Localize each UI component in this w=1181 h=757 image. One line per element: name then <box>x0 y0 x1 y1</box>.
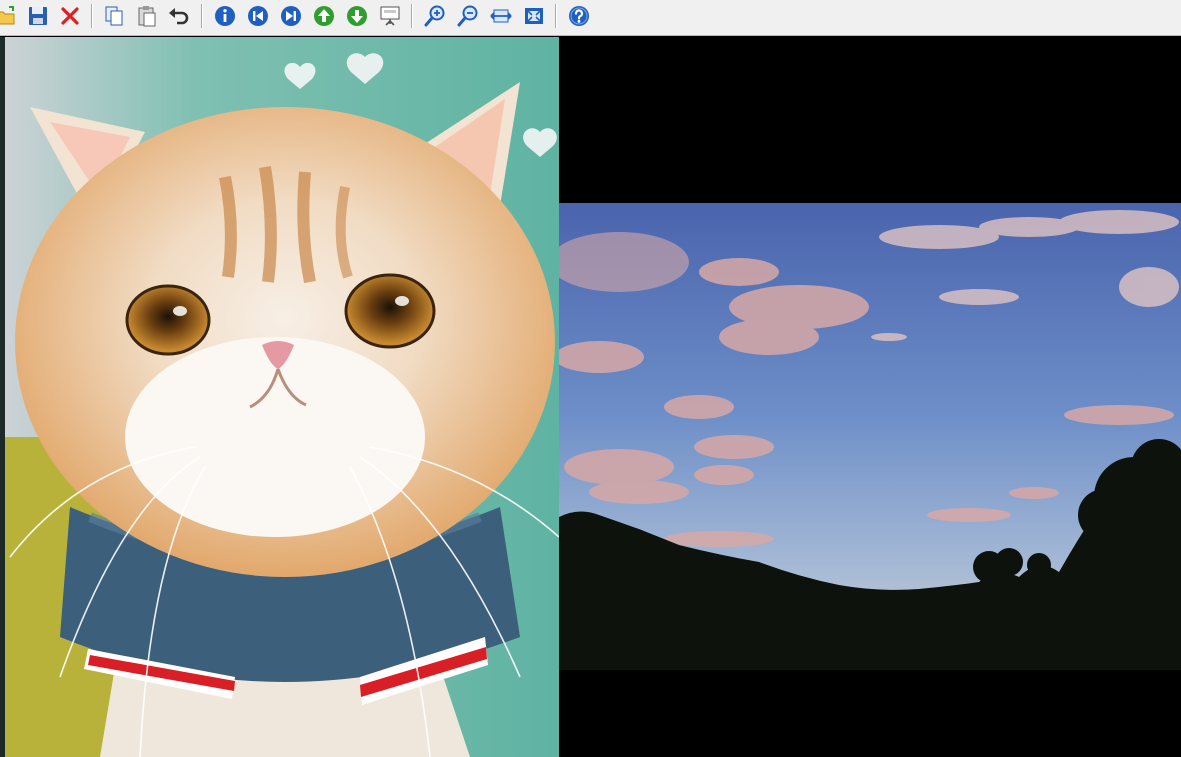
zoom-out-button[interactable] <box>454 2 482 30</box>
zoom-in-button[interactable] <box>421 2 449 30</box>
previous-image-button[interactable] <box>310 2 338 30</box>
fit-width-button[interactable] <box>487 2 515 30</box>
toolbar-separator <box>201 4 203 28</box>
presentation-screen-icon <box>380 6 400 26</box>
copy-button[interactable] <box>100 2 128 30</box>
toolbar-separator <box>91 4 93 28</box>
delete-button[interactable] <box>56 2 84 30</box>
undo-arrow-icon <box>169 8 189 25</box>
image-pane-right[interactable] <box>559 37 1181 757</box>
save-button[interactable] <box>24 2 52 30</box>
zoom-out-icon <box>457 5 478 27</box>
red-x-icon <box>61 7 79 25</box>
floppy-disk-icon <box>29 7 47 25</box>
copy-icon <box>105 6 123 26</box>
clipboard-icon <box>138 6 156 27</box>
sky-photo <box>559 37 1181 757</box>
help-button[interactable] <box>565 2 593 30</box>
arrow-down-circle-icon <box>347 6 367 26</box>
skip-last-icon <box>281 6 301 26</box>
fit-window-button[interactable] <box>520 2 548 30</box>
info-icon <box>215 6 235 26</box>
arrow-up-circle-icon <box>314 6 334 26</box>
fit-window-icon <box>525 8 543 24</box>
fit-width-icon <box>490 9 512 23</box>
undo-button[interactable] <box>165 2 193 30</box>
cat-photo <box>0 37 559 757</box>
open-button[interactable] <box>0 2 20 30</box>
paste-button[interactable] <box>133 2 161 30</box>
info-button[interactable] <box>211 2 239 30</box>
slideshow-button[interactable] <box>376 2 404 30</box>
open-folder-icon <box>0 6 15 25</box>
toolbar-separator <box>555 4 557 28</box>
image-pane-left[interactable] <box>0 37 559 757</box>
first-image-button[interactable] <box>244 2 272 30</box>
toolbar-separator <box>411 4 413 28</box>
help-icon <box>569 6 589 26</box>
skip-first-icon <box>248 6 268 26</box>
last-image-button[interactable] <box>277 2 305 30</box>
zoom-in-icon <box>424 5 445 27</box>
next-image-button[interactable] <box>343 2 371 30</box>
toolbar <box>0 0 1181 36</box>
